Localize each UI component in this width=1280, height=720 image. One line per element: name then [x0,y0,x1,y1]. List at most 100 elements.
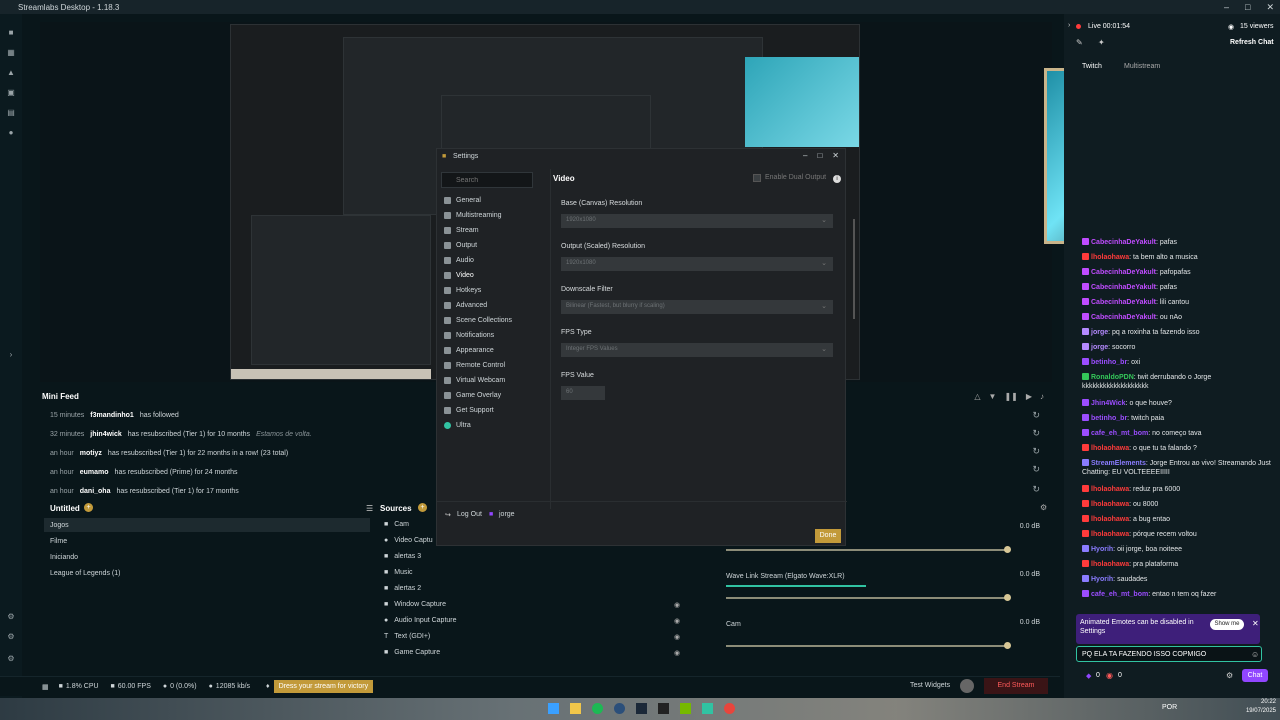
language-indicator[interactable]: POR [1162,704,1177,711]
tab-twitch[interactable]: Twitch [1082,63,1102,70]
app-store-icon[interactable]: ▣ [6,88,16,98]
clock-date[interactable]: 19/07/2025 [1236,708,1276,714]
scene-item[interactable]: Jogos [50,522,69,529]
replay-icon[interactable]: ↻ [1032,484,1040,495]
sources-menu-icon[interactable]: ☰ [366,504,373,513]
app-icon[interactable] [658,703,669,714]
volume-slider[interactable] [726,597,1006,599]
settings-search-input[interactable] [441,172,533,188]
chat-username[interactable]: StreamElements [1091,460,1146,467]
chat-username[interactable]: lholaohawa [1091,445,1129,452]
settings-nav-item[interactable]: Ultra [444,422,471,429]
chat-username[interactable]: betinho_br [1091,415,1127,422]
refresh-chat-button[interactable]: Refresh Chat [1230,39,1274,46]
close-icon[interactable]: ✕ [1266,2,1274,13]
volume-slider[interactable] [726,645,1006,647]
chat-username[interactable]: jorge [1091,329,1108,336]
downscale-filter-select[interactable]: Bilinear (Fastest, but blurry if scaling… [561,300,833,314]
chat-username[interactable]: jorge [1091,344,1108,351]
close-icon[interactable]: ✕ [832,151,839,160]
source-item[interactable]: ● Video Captu [384,537,433,544]
chat-username[interactable]: CabecinhaDeYakult [1091,299,1156,306]
spotify-icon[interactable] [592,703,603,714]
source-item[interactable]: ● Audio Input Capture [384,617,457,624]
chat-username[interactable]: lholaohawa [1091,486,1129,493]
settings-nav-item[interactable]: General [444,197,481,204]
chat-username[interactable]: Hyorih [1091,576,1113,583]
chat-username[interactable]: CabecinhaDeYakult [1091,314,1156,321]
filter-icon[interactable]: ▼ [989,392,997,401]
replay-icon[interactable]: ↻ [1032,428,1040,439]
source-item[interactable]: ■ Window Capture [384,601,446,608]
logout-button[interactable]: Log Out [457,511,482,518]
add-scene-icon[interactable]: + [84,503,93,512]
show-me-button[interactable]: Show me [1210,619,1244,630]
dual-output-checkbox[interactable] [753,174,761,182]
visibility-icon[interactable]: ◉ [674,649,680,657]
fps-type-select[interactable]: Integer FPS Values ⌄ [561,343,833,357]
settings-nav-item[interactable]: Advanced [444,302,487,309]
maximize-icon[interactable]: □ [817,151,822,160]
settings-nav-item[interactable]: Hotkeys [444,287,481,294]
volume-knob[interactable] [1004,594,1011,601]
tab-multistream[interactable]: Multistream [1124,63,1160,70]
settings-nav-item[interactable]: Notifications [444,332,494,339]
source-item[interactable]: ■ Music [384,569,413,576]
volume-knob[interactable] [1004,546,1011,553]
scene-item[interactable]: Filme [50,538,67,545]
settings-nav-item[interactable]: Remote Control [444,362,505,369]
chrome-icon[interactable] [724,703,735,714]
done-button[interactable]: Done [815,529,841,543]
layout-icon[interactable]: ▦ [6,48,16,58]
visibility-icon[interactable]: ◉ [674,601,680,609]
source-item[interactable]: T Text (GDI+) [384,633,430,640]
chat-settings-icon[interactable]: ⚙ [1226,671,1233,680]
source-item[interactable]: ■ alertas 3 [384,553,421,560]
maximize-icon[interactable]: □ [1245,2,1250,12]
settings-icon[interactable]: ⚙ [6,632,16,642]
settings-nav-item[interactable]: Virtual Webcam [444,377,505,384]
base-resolution-select[interactable]: 1920x1080 ⌄ [561,214,833,228]
chat-username[interactable]: lholaohawa [1091,516,1129,523]
chat-send-button[interactable]: Chat [1242,669,1268,682]
edit-icon[interactable]: ✎ [1076,38,1083,47]
replay-icon[interactable]: ↻ [1032,446,1040,457]
chat-username[interactable]: lholaohawa [1091,254,1129,261]
start-icon[interactable] [548,703,559,714]
info-icon[interactable]: i [833,175,841,183]
clock-time[interactable]: 20:22 [1240,699,1276,705]
streamlabs-icon[interactable] [702,703,713,714]
volume-knob[interactable] [1004,642,1011,649]
stats-icon[interactable]: ▦ [42,683,49,691]
visibility-icon[interactable]: ◉ [674,633,680,641]
chat-username[interactable]: CabecinhaDeYakult [1091,239,1156,246]
settings-nav-item[interactable]: Scene Collections [444,317,512,324]
visibility-icon[interactable]: ◉ [674,617,680,625]
shield-icon[interactable]: △ [974,392,980,401]
minimize-icon[interactable]: – [1224,2,1229,12]
volume-slider[interactable] [726,549,1006,551]
settings-nav-item[interactable]: Output [444,242,477,249]
settings-nav-item[interactable]: Stream [444,227,479,234]
end-stream-button[interactable]: End Stream [984,678,1048,694]
expand-icon[interactable]: › [6,350,16,360]
app-icon[interactable] [614,703,625,714]
settings-nav-item-active[interactable]: Video [444,272,474,279]
test-widgets-button[interactable]: Test Widgets [910,682,950,689]
chat-username[interactable]: cafe_eh_mt_bom [1091,430,1148,437]
avatar[interactable] [960,679,974,693]
chat-username[interactable]: CabecinhaDeYakult [1091,284,1156,291]
share-icon[interactable]: ✦ [1098,38,1105,47]
replay-icon[interactable]: ↻ [1032,410,1040,421]
promo-banner[interactable]: Dress your stream for victory [273,680,374,693]
chevron-right-icon[interactable]: › [1068,22,1070,29]
folder-icon[interactable] [570,703,581,714]
settings-nav-item[interactable]: Game Overlay [444,392,501,399]
source-item[interactable]: ■ alertas 2 [384,585,421,592]
minimize-icon[interactable]: – [803,151,807,160]
mute-icon[interactable]: ♪ [1040,392,1044,401]
settings-nav-item[interactable]: Appearance [444,347,494,354]
chat-username[interactable]: lholaohawa [1091,501,1129,508]
chat-username[interactable]: CabecinhaDeYakult [1091,269,1156,276]
tools-icon[interactable]: ⚙ [6,612,16,622]
